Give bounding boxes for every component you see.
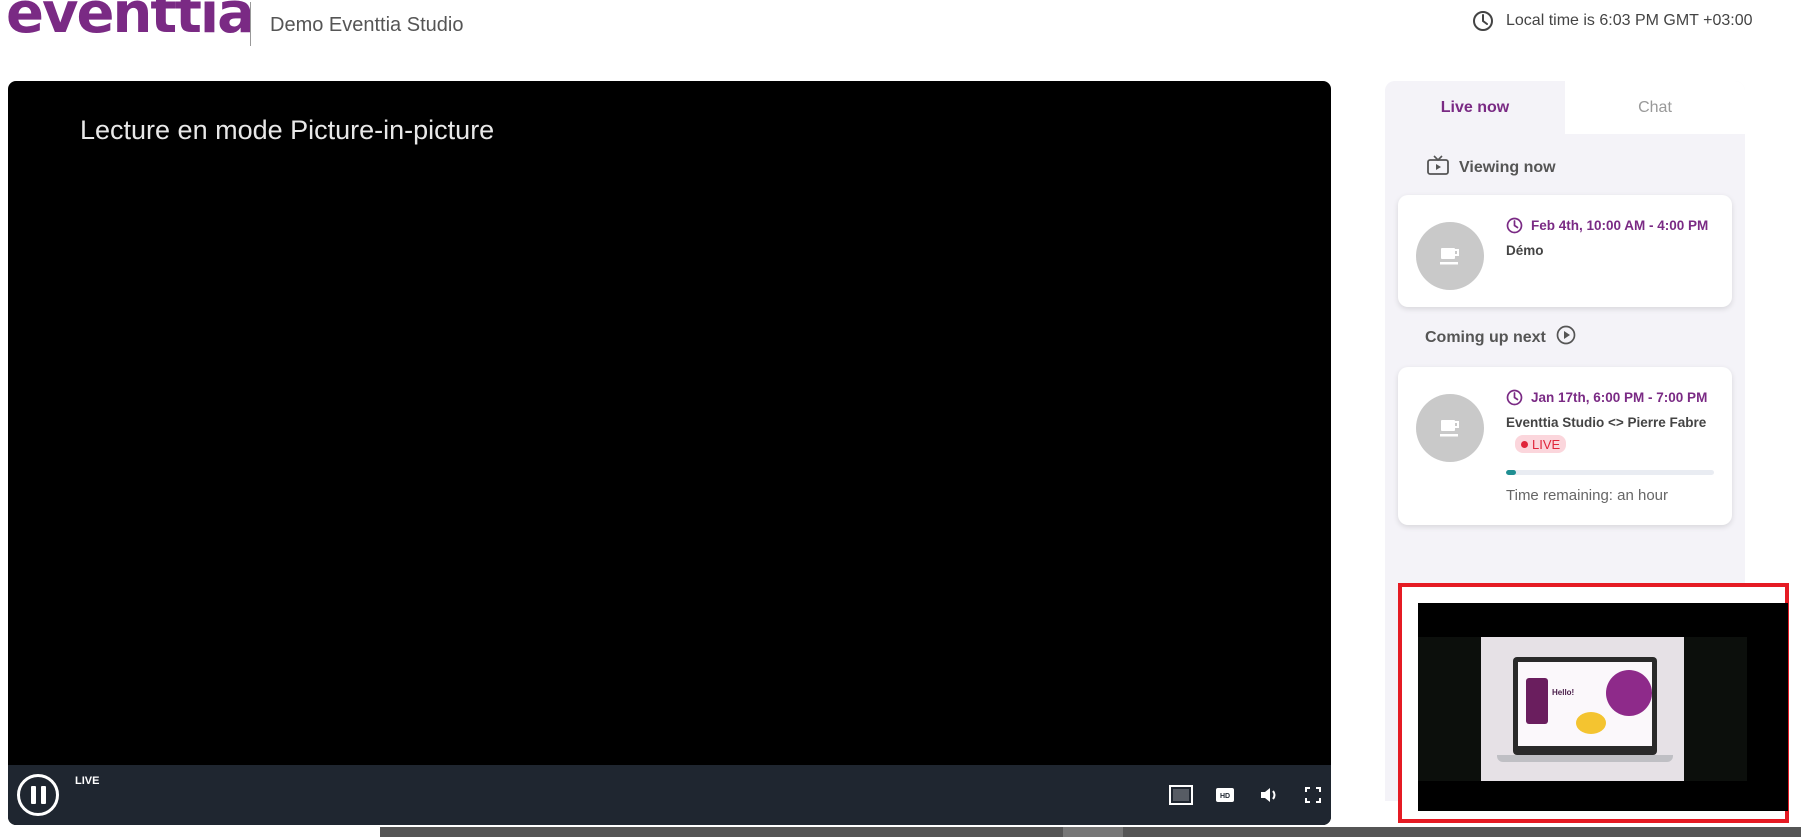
hd-icon: HD — [1216, 788, 1234, 802]
session-title: Eventtia Studio <> Pierre Fabre — [1506, 415, 1707, 430]
video-player[interactable]: Lecture en mode Picture-in-picture LIVE … — [8, 81, 1331, 825]
session-title: Démo — [1506, 243, 1544, 258]
pip-video-frame: Hello! — [1418, 637, 1747, 781]
pip-mode-message: Lecture en mode Picture-in-picture — [80, 115, 495, 145]
viewing-now-label: Viewing now — [1459, 158, 1556, 176]
svg-text:HD: HD — [1220, 793, 1230, 800]
laptop-base — [1497, 755, 1673, 762]
fullscreen-button[interactable] — [1300, 783, 1326, 807]
decorative-blob — [1606, 670, 1652, 716]
session-progress-fill — [1506, 470, 1517, 475]
pause-icon-bar — [30, 786, 36, 804]
pause-icon-bar — [40, 786, 46, 804]
live-badge: LIVE — [1515, 435, 1567, 453]
pip-window-highlight[interactable]: Hello! — [1398, 583, 1789, 823]
clock-icon — [1506, 389, 1523, 406]
session-card-coming-up[interactable]: Jan 17th, 6:00 PM - 7:00 PM Eventtia Stu… — [1398, 367, 1732, 525]
volume-icon — [1261, 788, 1276, 802]
header-divider — [250, 2, 251, 46]
clock-icon — [1506, 217, 1523, 234]
video-controls-bar: LIVE HD — [8, 765, 1331, 825]
coming-up-next-heading: Coming up next — [1425, 325, 1576, 350]
live-dot-icon — [1521, 440, 1528, 448]
app-header: eventtia Demo Eventtia Studio Local time… — [0, 0, 1801, 70]
time-remaining: Time remaining: an hour — [1506, 487, 1669, 504]
session-time: Feb 4th, 10:00 AM - 4:00 PM — [1506, 217, 1708, 234]
pip-icon — [1169, 785, 1193, 805]
coffee-cup-icon — [1440, 420, 1459, 437]
local-time-display: Local time is 6:03 PM GMT +03:00 — [1472, 10, 1752, 32]
coffee-cup-icon — [1440, 248, 1459, 265]
session-thumbnail — [1416, 222, 1484, 290]
slide-hello-text: Hello! — [1552, 688, 1575, 697]
hd-quality-button[interactable]: HD — [1212, 783, 1238, 807]
laptop-illustration: Hello! — [1513, 657, 1657, 755]
session-card-viewing[interactable]: Feb 4th, 10:00 AM - 4:00 PM Démo — [1398, 195, 1732, 307]
pip-toggle-button[interactable] — [1168, 783, 1194, 807]
decorative-blob — [1576, 712, 1606, 734]
local-time-text: Local time is 6:03 PM GMT +03:00 — [1506, 12, 1753, 29]
session-time-text: Feb 4th, 10:00 AM - 4:00 PM — [1531, 218, 1709, 233]
fullscreen-icon — [1305, 787, 1321, 803]
session-thumbnail — [1416, 394, 1484, 462]
tab-chat[interactable]: Chat — [1565, 81, 1745, 134]
play-circle-icon — [1556, 325, 1576, 350]
studio-name: Demo Eventtia Studio — [270, 14, 464, 36]
coming-up-next-label: Coming up next — [1425, 328, 1546, 346]
page-scrollbar[interactable] — [380, 827, 1801, 837]
live-indicator: LIVE — [75, 775, 100, 787]
viewing-now-heading: Viewing now — [1427, 155, 1556, 180]
pip-video[interactable]: Hello! — [1418, 603, 1788, 811]
eventtia-logo[interactable]: eventtia — [6, 0, 255, 42]
scrollbar-thumb[interactable] — [1063, 827, 1123, 837]
live-badge-text: LIVE — [1532, 436, 1561, 452]
pause-button[interactable] — [17, 774, 59, 816]
panel-tabs: Live now Chat — [1385, 81, 1745, 134]
session-progress-bar — [1506, 470, 1714, 475]
volume-button[interactable] — [1256, 783, 1282, 807]
tv-icon — [1427, 155, 1449, 180]
laptop-screen-content: Hello! — [1518, 662, 1652, 746]
tab-live-now[interactable]: Live now — [1385, 81, 1565, 134]
pip-slide-image: Hello! — [1481, 637, 1684, 781]
session-time-text: Jan 17th, 6:00 PM - 7:00 PM — [1531, 390, 1708, 405]
session-time: Jan 17th, 6:00 PM - 7:00 PM — [1506, 389, 1707, 406]
decorative-figure — [1526, 678, 1548, 724]
clock-icon — [1472, 10, 1494, 32]
